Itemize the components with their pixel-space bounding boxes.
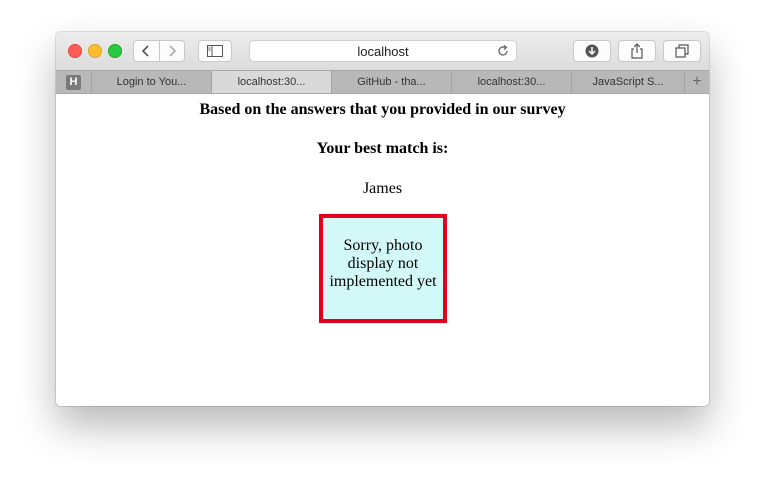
sidebar-button[interactable]: [198, 40, 232, 62]
pinned-tab-icon: H: [66, 74, 81, 90]
forward-icon: [169, 45, 176, 57]
tab-localhost[interactable]: localhost:30...: [452, 71, 572, 93]
nav-buttons: [133, 40, 185, 62]
photo-placeholder-text: Sorry, photo display not implemented yet: [329, 237, 437, 290]
tab-javascript[interactable]: JavaScript S...: [572, 71, 685, 93]
close-window-button[interactable]: [68, 44, 82, 58]
maximize-window-button[interactable]: [108, 44, 122, 58]
tab-label: GitHub - tha...: [357, 76, 426, 88]
reload-button[interactable]: [496, 44, 510, 61]
pinned-tab[interactable]: H: [56, 71, 92, 93]
tab-github[interactable]: GitHub - tha...: [332, 71, 452, 93]
address-bar[interactable]: localhost: [249, 40, 517, 62]
tabs-overview-button[interactable]: [663, 40, 701, 62]
minimize-window-button[interactable]: [88, 44, 102, 58]
forward-button[interactable]: [159, 41, 184, 61]
page-content: Based on the answers that you provided i…: [56, 94, 709, 406]
browser-toolbar: localhost: [56, 32, 709, 70]
share-button[interactable]: [618, 40, 656, 62]
tabs-overview-icon: [675, 44, 689, 58]
sidebar-icon: [207, 45, 223, 57]
tab-localhost-active[interactable]: localhost:30...: [212, 71, 332, 93]
reload-icon: [498, 44, 508, 56]
back-button[interactable]: [134, 41, 159, 61]
downloads-button[interactable]: [573, 40, 611, 62]
browser-window: localhost H Login to You... localhost:30…: [56, 32, 709, 406]
tab-label: localhost:30...: [237, 76, 306, 88]
download-icon: [585, 44, 599, 58]
best-match-heading: Your best match is:: [316, 140, 449, 157]
new-tab-button[interactable]: +: [685, 71, 709, 93]
match-name: James: [362, 180, 403, 197]
tab-login[interactable]: Login to You...: [92, 71, 212, 93]
share-icon: [631, 43, 643, 59]
survey-heading: Based on the answers that you provided i…: [199, 101, 566, 118]
photo-placeholder: Sorry, photo display not implemented yet: [319, 214, 447, 323]
back-icon: [142, 45, 149, 57]
tab-bar: H Login to You... localhost:30... GitHub…: [56, 70, 709, 94]
address-text: localhost: [357, 43, 409, 59]
tab-label: JavaScript S...: [592, 76, 664, 88]
tab-label: Login to You...: [116, 76, 187, 88]
tab-label: localhost:30...: [477, 76, 546, 88]
